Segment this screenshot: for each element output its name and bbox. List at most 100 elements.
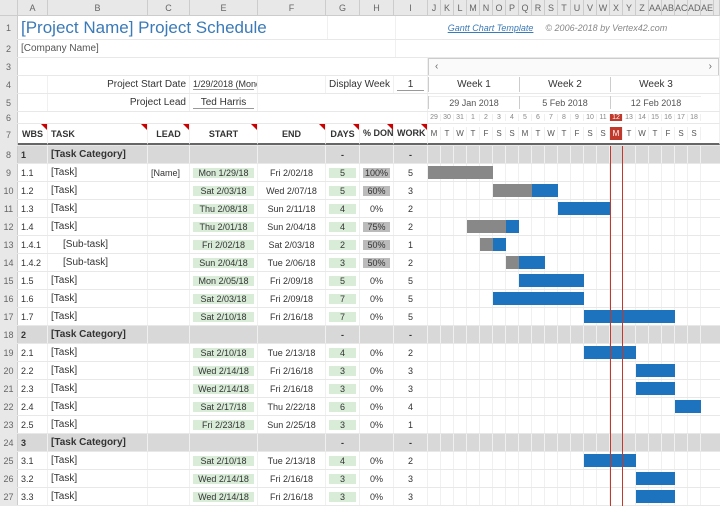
row-25[interactable]: 25 [0,452,18,469]
days-cell: 7 [329,294,356,304]
display-week-value[interactable]: 1 [397,79,424,91]
col-N[interactable]: N [480,0,493,15]
wbs-cell: 2.1 [21,348,34,358]
col-V[interactable]: V [584,0,597,15]
gantt-area [428,182,720,199]
row-9[interactable]: 9 [0,164,18,181]
row-12[interactable]: 12 [0,218,18,235]
row-6[interactable]: 6 [0,112,18,123]
gantt-area [428,380,720,397]
work-cell: 3 [397,384,424,394]
day-name: F [480,127,493,140]
row-1[interactable]: 1 [0,16,18,39]
col-I[interactable]: I [394,0,428,15]
col-F[interactable]: F [258,0,326,15]
prev-week-button[interactable]: ‹ [435,61,438,72]
row-7[interactable]: 7 [0,124,18,145]
col-AD[interactable]: AD [688,0,701,15]
task-row[interactable]: 202.2[Task]Wed 2/14/18Fri 2/16/1830%3 [0,362,720,380]
row-4[interactable]: 4 [0,76,18,93]
day-num: 7 [545,114,558,121]
row-13[interactable]: 13 [0,236,18,253]
row-16[interactable]: 16 [0,290,18,307]
col-T[interactable]: T [558,0,571,15]
task-row[interactable]: 111.3[Task]Thu 2/08/18Sun 2/11/1840%2 [0,200,720,218]
work-cell: 3 [397,492,424,502]
category-row[interactable]: 243[Task Category]-- [0,434,720,452]
row-14[interactable]: 14 [0,254,18,271]
start-date-value[interactable]: 1/29/2018 (Monday) [193,79,254,90]
hdr-pct: % DONE [363,129,390,138]
row-23[interactable]: 23 [0,416,18,433]
col-R[interactable]: R [532,0,545,15]
next-week-button[interactable]: › [709,61,712,72]
col-M[interactable]: M [467,0,480,15]
row-8[interactable]: 8 [0,146,18,163]
task-row[interactable]: 171.7[Task]Sat 2/10/18Fri 2/16/1870%5 [0,308,720,326]
row-2[interactable]: 2 [0,40,18,57]
col-AC[interactable]: AC [675,0,688,15]
col-X[interactable]: X [610,0,623,15]
row-18[interactable]: 18 [0,326,18,343]
task-row[interactable]: 101.2[Task]Sat 2/03/18Wed 2/07/18560%3 [0,182,720,200]
task-row[interactable]: 232.5[Task]Fri 2/23/18Sun 2/25/1830%1 [0,416,720,434]
col-Y[interactable]: Y [623,0,636,15]
col-O[interactable]: O [493,0,506,15]
row-21[interactable]: 21 [0,380,18,397]
row-27[interactable]: 27 [0,488,18,505]
task-row[interactable]: 121.4[Task]Thu 2/01/18Sun 2/04/18475%2 [0,218,720,236]
col-J[interactable]: J [428,0,441,15]
wbs-cell: 2.2 [21,366,34,376]
col-L[interactable]: L [454,0,467,15]
row-15[interactable]: 15 [0,272,18,289]
pct-cell: 75% [363,222,390,232]
col-U[interactable]: U [571,0,584,15]
task-row[interactable]: 141.4.2[Sub-task]Sun 2/04/18Tue 2/06/183… [0,254,720,272]
col-AB[interactable]: AB [662,0,675,15]
start-cell: Sat 2/17/18 [193,402,254,412]
template-link[interactable]: Gantt Chart Template [448,23,534,33]
col-S[interactable]: S [545,0,558,15]
work-cell: 2 [397,204,424,214]
gantt-bar [506,220,519,233]
row-10[interactable]: 10 [0,182,18,199]
task-row[interactable]: 263.2[Task]Wed 2/14/18Fri 2/16/1830%3 [0,470,720,488]
row-11[interactable]: 11 [0,200,18,217]
col-Z[interactable]: Z [636,0,649,15]
row-22[interactable]: 22 [0,398,18,415]
col-G[interactable]: G [326,0,360,15]
col-C[interactable]: C [148,0,190,15]
start-cell: Fri 2/02/18 [193,240,254,250]
category-row[interactable]: 81[Task Category]-- [0,146,720,164]
row-20[interactable]: 20 [0,362,18,379]
row-3[interactable]: 3 [0,58,18,75]
task-row[interactable]: 212.3[Task]Wed 2/14/18Fri 2/16/1830%3 [0,380,720,398]
task-row[interactable]: 253.1[Task]Sat 2/10/18Tue 2/13/1840%2 [0,452,720,470]
col-A[interactable]: A [18,0,48,15]
row-24[interactable]: 24 [0,434,18,451]
col-AA[interactable]: AA [649,0,662,15]
task-row[interactable]: 161.6[Task]Sat 2/03/18Fri 2/09/1870%5 [0,290,720,308]
col-W[interactable]: W [597,0,610,15]
row-17[interactable]: 17 [0,308,18,325]
col-E[interactable]: E [190,0,258,15]
lead-value[interactable]: Ted Harris [193,97,254,109]
col-H[interactable]: H [360,0,394,15]
category-row[interactable]: 182[Task Category]-- [0,326,720,344]
task-row[interactable]: 151.5[Task]Mon 2/05/18Fri 2/09/1850%5 [0,272,720,290]
task-row[interactable]: 91.1[Task][Name]Mon 1/29/18Fri 2/02/1851… [0,164,720,182]
task-row[interactable]: 222.4[Task]Sat 2/17/18Thu 2/22/1860%4 [0,398,720,416]
row-26[interactable]: 26 [0,470,18,487]
col-B[interactable]: B [48,0,148,15]
task-row[interactable]: 192.1[Task]Sat 2/10/18Tue 2/13/1840%2 [0,344,720,362]
task-row[interactable]: 273.3[Task]Wed 2/14/18Fri 2/16/1830%3 [0,488,720,506]
col-P[interactable]: P [506,0,519,15]
row-5[interactable]: 5 [0,94,18,111]
col-K[interactable]: K [441,0,454,15]
col-Q[interactable]: Q [519,0,532,15]
task-cell: [Task Category] [51,149,126,160]
col-AE[interactable]: AE [701,0,714,15]
day-num: 12 [610,114,623,121]
task-row[interactable]: 131.4.1[Sub-task]Fri 2/02/18Sat 2/03/182… [0,236,720,254]
row-19[interactable]: 19 [0,344,18,361]
